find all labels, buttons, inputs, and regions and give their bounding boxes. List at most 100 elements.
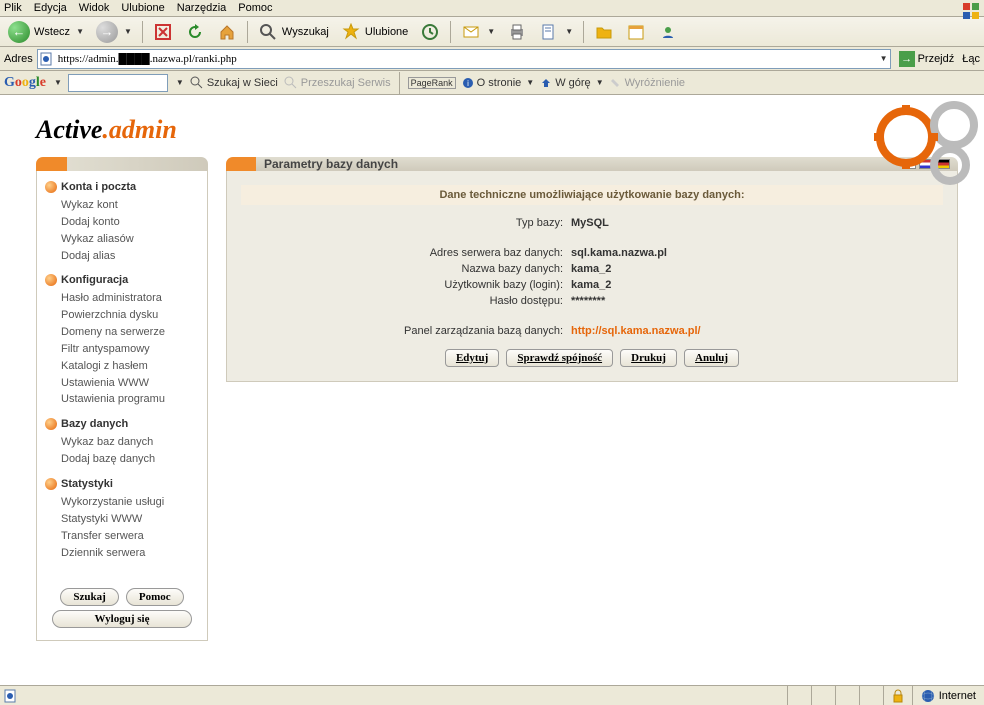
- sidebar: Konta i poczta Wykaz kont Dodaj konto Wy…: [36, 157, 208, 641]
- up-button[interactable]: W górę▼: [540, 77, 603, 89]
- gears-decoration-icon: [854, 95, 984, 185]
- favorites-button[interactable]: Ulubione: [337, 20, 412, 44]
- sidebar-link[interactable]: Wykaz aliasów: [45, 231, 199, 248]
- menu-widok[interactable]: Widok: [79, 2, 110, 14]
- param-label: Nazwa bazy danych:: [241, 263, 571, 275]
- page-icon: [40, 52, 54, 66]
- chevron-down-icon[interactable]: ▼: [176, 78, 184, 87]
- logout-button[interactable]: Wyloguj się: [52, 610, 192, 628]
- param-value: kama_2: [571, 279, 611, 291]
- menu-pomoc[interactable]: Pomoc: [238, 2, 272, 14]
- search-site-button[interactable]: Przeszukaj Serwis: [284, 76, 391, 90]
- search-web-button[interactable]: Szukaj w Sieci: [190, 76, 278, 90]
- bullet-icon: [45, 181, 57, 193]
- chevron-down-icon: ▼: [487, 27, 495, 36]
- help-button[interactable]: Pomoc: [126, 588, 184, 606]
- home-icon: [217, 22, 237, 42]
- about-page-button[interactable]: iO stronie▼: [462, 77, 535, 89]
- sidebar-section-accounts: Konta i poczta Wykaz kont Dodaj konto Wy…: [45, 181, 199, 264]
- sidebar-section-config: Konfiguracja Hasło administratora Powier…: [45, 274, 199, 408]
- bullet-icon: [45, 418, 57, 430]
- param-label: Panel zarządzania bazą danych:: [241, 325, 571, 337]
- menu-narzedzia[interactable]: Narzędzia: [177, 2, 227, 14]
- page-icon: [4, 689, 18, 703]
- print-icon: [507, 22, 527, 42]
- sidebar-link[interactable]: Wykaz baz danych: [45, 434, 199, 451]
- sidebar-link[interactable]: Ustawienia WWW: [45, 375, 199, 392]
- mail-button[interactable]: ▼: [457, 20, 499, 44]
- sidebar-link[interactable]: Ustawienia programu: [45, 391, 199, 408]
- app-logo: Active.admin: [36, 115, 984, 145]
- status-bar: Internet: [0, 685, 984, 705]
- refresh-icon: [185, 22, 205, 42]
- chevron-down-icon: ▼: [526, 78, 534, 87]
- param-value: sql.kama.nazwa.pl: [571, 247, 667, 259]
- edit-button[interactable]: ▼: [535, 20, 577, 44]
- sidebar-link[interactable]: Katalogi z hasłem: [45, 358, 199, 375]
- stop-icon: [153, 22, 173, 42]
- sidebar-link[interactable]: Dziennik serwera: [45, 545, 199, 562]
- back-button[interactable]: ← Wstecz▼: [4, 19, 88, 45]
- sidebar-link[interactable]: Wykorzystanie usługi: [45, 494, 199, 511]
- page-viewport: Active.admin Konta i poczta Wykaz kont D…: [0, 95, 984, 700]
- address-input[interactable]: [58, 53, 874, 65]
- discuss-button[interactable]: [590, 20, 618, 44]
- history-button[interactable]: [416, 20, 444, 44]
- sidebar-link[interactable]: Transfer serwera: [45, 528, 199, 545]
- chevron-down-icon[interactable]: ▼: [880, 54, 888, 63]
- print-button[interactable]: Drukuj: [620, 349, 677, 367]
- sidebar-section-stats: Statystyki Wykorzystanie usługi Statysty…: [45, 478, 199, 561]
- sidebar-link[interactable]: Hasło administratora: [45, 290, 199, 307]
- home-button[interactable]: [213, 20, 241, 44]
- menu-edycja[interactable]: Edycja: [34, 2, 67, 14]
- google-search-input[interactable]: [68, 74, 168, 92]
- links-label[interactable]: Łąc: [962, 53, 980, 65]
- chevron-down-icon: ▼: [76, 27, 84, 36]
- stop-button[interactable]: [149, 20, 177, 44]
- google-toolbar: Google ▼ ▼ Szukaj w Sieci Przeszukaj Serw…: [0, 71, 984, 95]
- windows-logo-icon: [962, 2, 980, 20]
- logo-area: Active.admin: [0, 95, 984, 157]
- svg-text:i: i: [467, 79, 469, 88]
- go-button[interactable]: →Przejdź: [895, 50, 959, 68]
- menu-plik[interactable]: Plik: [4, 2, 22, 14]
- check-integrity-button[interactable]: Sprawdź spójność: [506, 349, 613, 367]
- msn-button[interactable]: [654, 20, 682, 44]
- sidebar-link[interactable]: Wykaz kont: [45, 197, 199, 214]
- forward-button[interactable]: →▼: [92, 19, 136, 45]
- db-admin-link[interactable]: http://sql.kama.nazwa.pl/: [571, 325, 701, 337]
- sidebar-link[interactable]: Statystyki WWW: [45, 511, 199, 528]
- calendar-button[interactable]: [622, 20, 650, 44]
- menu-ulubione[interactable]: Ulubione: [121, 2, 164, 14]
- sidebar-link[interactable]: Powierzchnia dysku: [45, 307, 199, 324]
- sidebar-link[interactable]: Dodaj konto: [45, 214, 199, 231]
- cancel-button[interactable]: Anuluj: [684, 349, 739, 367]
- up-arrow-icon: [540, 77, 552, 89]
- internet-zone-icon: [921, 689, 935, 703]
- highlight-button[interactable]: Wyróżnienie: [610, 77, 685, 89]
- print-button[interactable]: [503, 20, 531, 44]
- refresh-button[interactable]: [181, 20, 209, 44]
- history-icon: [420, 22, 440, 42]
- search-icon: [258, 22, 278, 42]
- edit-button[interactable]: Edytuj: [445, 349, 499, 367]
- param-value: ********: [571, 295, 605, 307]
- pagerank-button[interactable]: PageRank: [408, 77, 456, 89]
- info-icon: i: [462, 77, 474, 89]
- zone-label: Internet: [939, 690, 976, 702]
- sidebar-link[interactable]: Filtr antyspamowy: [45, 341, 199, 358]
- google-logo[interactable]: Google: [4, 75, 46, 91]
- sidebar-section-databases: Bazy danych Wykaz baz danych Dodaj bazę …: [45, 418, 199, 468]
- search-icon: [284, 76, 298, 90]
- sidebar-link[interactable]: Dodaj bazę danych: [45, 451, 199, 468]
- address-label: Adres: [4, 53, 33, 65]
- search-button[interactable]: Szukaj: [60, 588, 118, 606]
- search-button[interactable]: Wyszukaj: [254, 20, 333, 44]
- sidebar-link[interactable]: Dodaj alias: [45, 248, 199, 265]
- sidebar-tab: [36, 157, 208, 171]
- chevron-down-icon[interactable]: ▼: [54, 78, 62, 87]
- address-input-wrap[interactable]: ▼: [37, 49, 891, 69]
- bullet-icon: [45, 478, 57, 490]
- bullet-icon: [45, 274, 57, 286]
- sidebar-link[interactable]: Domeny na serwerze: [45, 324, 199, 341]
